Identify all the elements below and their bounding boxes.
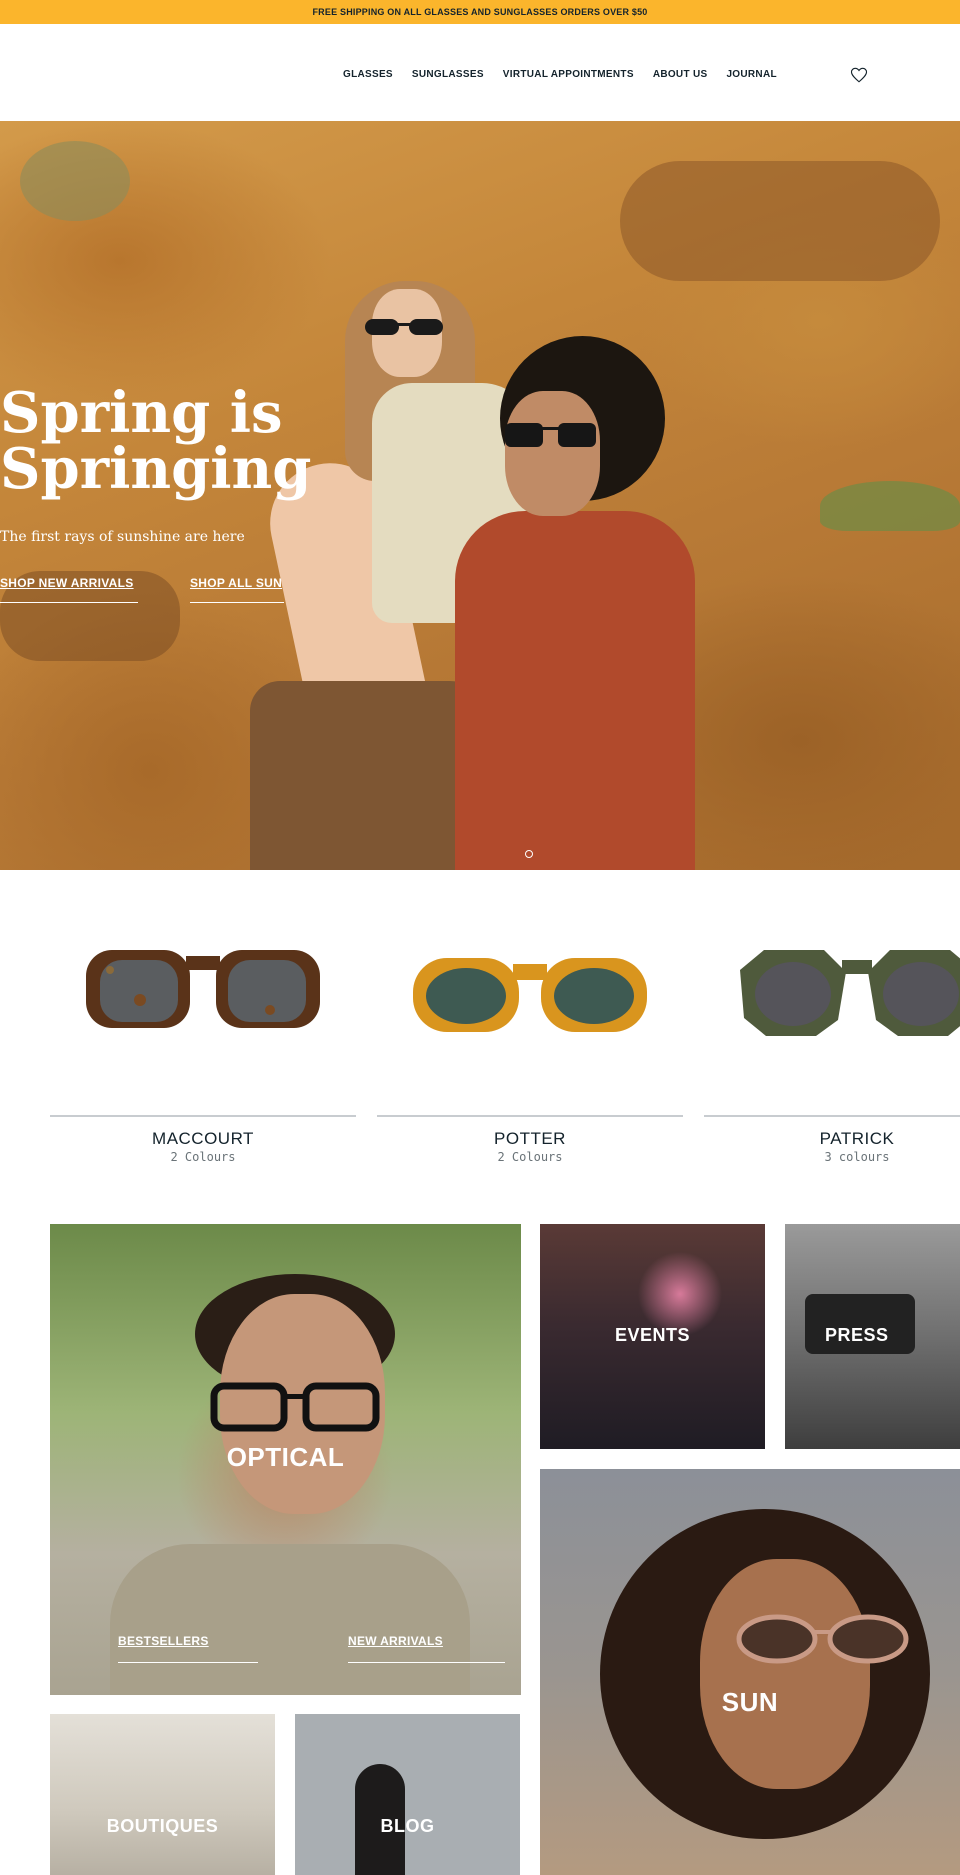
- hero-photo-grass: [20, 141, 130, 221]
- product-colours: 2 Colours: [170, 1150, 236, 1164]
- product-divider: [377, 1115, 683, 1117]
- hero-title: Spring is Springing: [0, 385, 311, 497]
- nav-virtual-appointments[interactable]: VIRTUAL APPOINTMENTS: [503, 69, 634, 80]
- shop-all-sun-link[interactable]: SHOP ALL SUN: [190, 576, 284, 603]
- main-nav: GLASSES SUNGLASSES VIRTUAL APPOINTMENTS …: [343, 69, 796, 80]
- nav-journal[interactable]: JOURNAL: [726, 69, 776, 80]
- product-divider: [50, 1115, 356, 1117]
- hero-photo-man-shirt: [455, 511, 695, 870]
- hero-photo-man-face: [505, 391, 600, 516]
- product-card[interactable]: MACCOURT 2 Colours: [50, 900, 356, 1170]
- hero-title-line: Springing: [0, 436, 312, 502]
- announcement-bar: FREE SHIPPING ON ALL GLASSES AND SUNGLAS…: [0, 0, 960, 24]
- product-name[interactable]: PATRICK: [704, 1129, 960, 1149]
- product-card[interactable]: PATRICK 3 colours: [704, 900, 960, 1170]
- press-label: PRESS: [825, 1325, 889, 1345]
- bestsellers-link[interactable]: BESTSELLERS: [118, 1634, 258, 1663]
- optical-label: OPTICAL: [226, 1442, 345, 1472]
- site-header: GLASSES SUNGLASSES VIRTUAL APPOINTMENTS …: [0, 24, 960, 121]
- press-tile[interactable]: PRESS: [785, 1224, 960, 1449]
- product-card[interactable]: POTTER 2 Colours: [377, 900, 683, 1170]
- sunglasses-icon: [736, 1614, 909, 1664]
- product-colours: 3 colours: [824, 1150, 890, 1164]
- nav-about-us[interactable]: ABOUT US: [653, 69, 708, 80]
- nav-sunglasses[interactable]: SUNGLASSES: [412, 69, 484, 80]
- hero-banner[interactable]: Spring is Springing The first rays of su…: [0, 121, 960, 870]
- heart-icon[interactable]: [850, 66, 868, 84]
- product-colours: 2 Colours: [497, 1150, 563, 1164]
- sunglasses-icon: [505, 423, 596, 447]
- hero-photo-grass: [820, 481, 960, 531]
- boutiques-label: BOUTIQUES: [106, 1816, 219, 1836]
- hero-photo-rock: [250, 681, 490, 870]
- hero-photo-rock: [620, 161, 940, 281]
- sun-photo-face: [700, 1559, 870, 1789]
- product-name[interactable]: MACCOURT: [50, 1129, 356, 1149]
- sunglasses-icon: [365, 319, 443, 335]
- product-divider: [704, 1115, 960, 1117]
- new-arrivals-link[interactable]: NEW ARRIVALS: [348, 1634, 505, 1663]
- optical-tile[interactable]: OPTICAL BESTSELLERS NEW ARRIVALS: [50, 1224, 521, 1695]
- events-tile[interactable]: EVENTS: [540, 1224, 765, 1449]
- blog-tile[interactable]: BLOG: [295, 1714, 520, 1875]
- optical-photo-shirt: [110, 1544, 470, 1695]
- boutiques-tile[interactable]: BOUTIQUES: [50, 1714, 275, 1875]
- blog-label: BLOG: [380, 1816, 435, 1836]
- product-image-patrick[interactable]: [704, 900, 960, 1115]
- product-image-potter[interactable]: [377, 900, 683, 1115]
- eyeglasses-icon: [210, 1382, 380, 1432]
- product-name[interactable]: POTTER: [377, 1129, 683, 1149]
- carousel-dot[interactable]: [525, 850, 533, 858]
- events-label: EVENTS: [614, 1325, 691, 1345]
- nav-glasses[interactable]: GLASSES: [343, 69, 393, 80]
- announcement-text: FREE SHIPPING ON ALL GLASSES AND SUNGLAS…: [312, 7, 648, 17]
- shop-new-arrivals-link[interactable]: SHOP NEW ARRIVALS: [0, 576, 138, 603]
- sun-label: SUN: [721, 1687, 779, 1717]
- hero-subtitle: The first rays of sunshine are here: [0, 529, 245, 545]
- product-image-maccourt[interactable]: [50, 900, 356, 1115]
- sun-tile[interactable]: SUN: [540, 1469, 960, 1875]
